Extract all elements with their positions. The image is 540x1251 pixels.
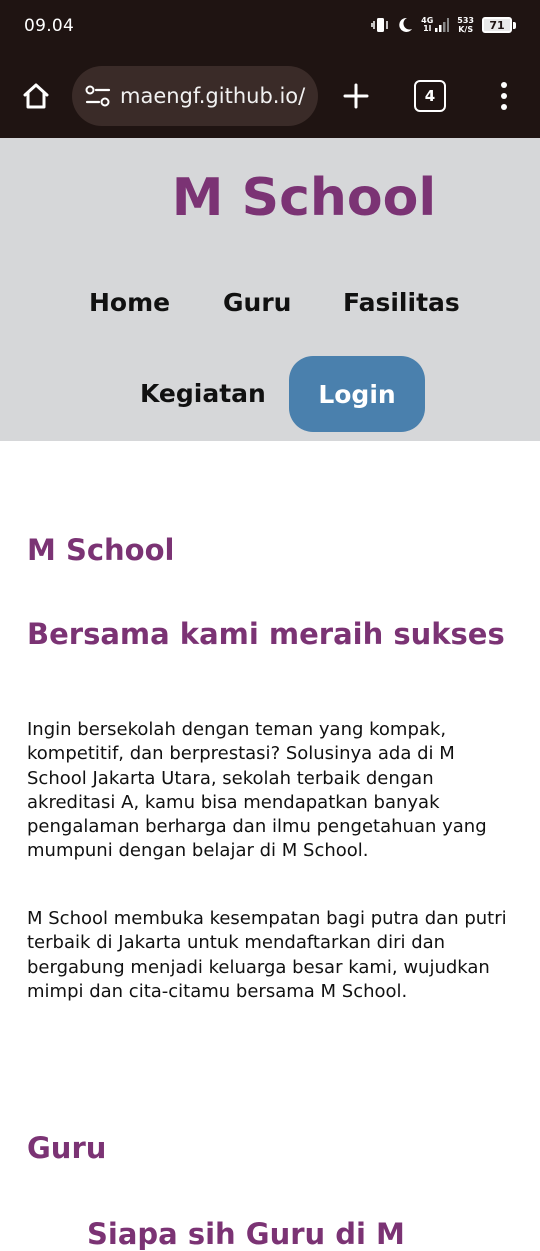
- login-button[interactable]: Login: [289, 356, 425, 432]
- site-title: M School: [171, 168, 437, 228]
- site-header: M School Home Guru Fasilitas Kegiatan Lo…: [0, 138, 540, 441]
- moon-icon: [397, 17, 413, 33]
- vibrate-icon: [371, 17, 389, 33]
- plus-icon: [343, 83, 369, 109]
- intro-paragraph: Ingin bersekolah dengan teman yang kompa…: [27, 719, 487, 862]
- network-activity: 1l: [423, 24, 432, 33]
- more-icon[interactable]: [492, 78, 516, 114]
- site-settings-icon[interactable]: [84, 82, 112, 110]
- section-heading: M School: [27, 533, 175, 567]
- guru-heading: Guru: [27, 1131, 107, 1165]
- nav-kegiatan[interactable]: Kegiatan: [140, 379, 266, 408]
- tabs-button[interactable]: 4: [414, 80, 446, 112]
- url-text: maengf.github.io/: [120, 84, 306, 108]
- nav-home[interactable]: Home: [89, 288, 170, 317]
- home-button[interactable]: [18, 78, 54, 114]
- status-time: 09.04: [24, 16, 75, 36]
- home-icon: [23, 83, 49, 109]
- browser-toolbar: maengf.github.io/ 4: [0, 56, 540, 138]
- battery-icon: 71: [482, 17, 516, 33]
- signal-icon: 4G 1l: [421, 17, 450, 33]
- enrollment-paragraph: M School membuka kesempatan bagi putra d…: [27, 908, 507, 1002]
- tabs-count: 4: [424, 87, 436, 105]
- nav-guru[interactable]: Guru: [223, 288, 291, 317]
- network-speed: 533 K/S: [457, 16, 474, 34]
- tagline: Bersama kami meraih sukses: [27, 617, 505, 651]
- battery-level: 71: [484, 19, 510, 32]
- new-tab-button[interactable]: [338, 78, 374, 114]
- nav-fasilitas[interactable]: Fasilitas: [343, 288, 460, 317]
- guru-subheading: Siapa sih Guru di M: [87, 1217, 405, 1251]
- address-bar[interactable]: maengf.github.io/: [72, 66, 318, 126]
- status-bar: 09.04 4G 1l 533 K/S 71: [0, 0, 540, 56]
- speed-value: 533: [457, 16, 474, 25]
- speed-unit: K/S: [458, 25, 474, 34]
- status-icons: 4G 1l 533 K/S 71: [371, 16, 516, 34]
